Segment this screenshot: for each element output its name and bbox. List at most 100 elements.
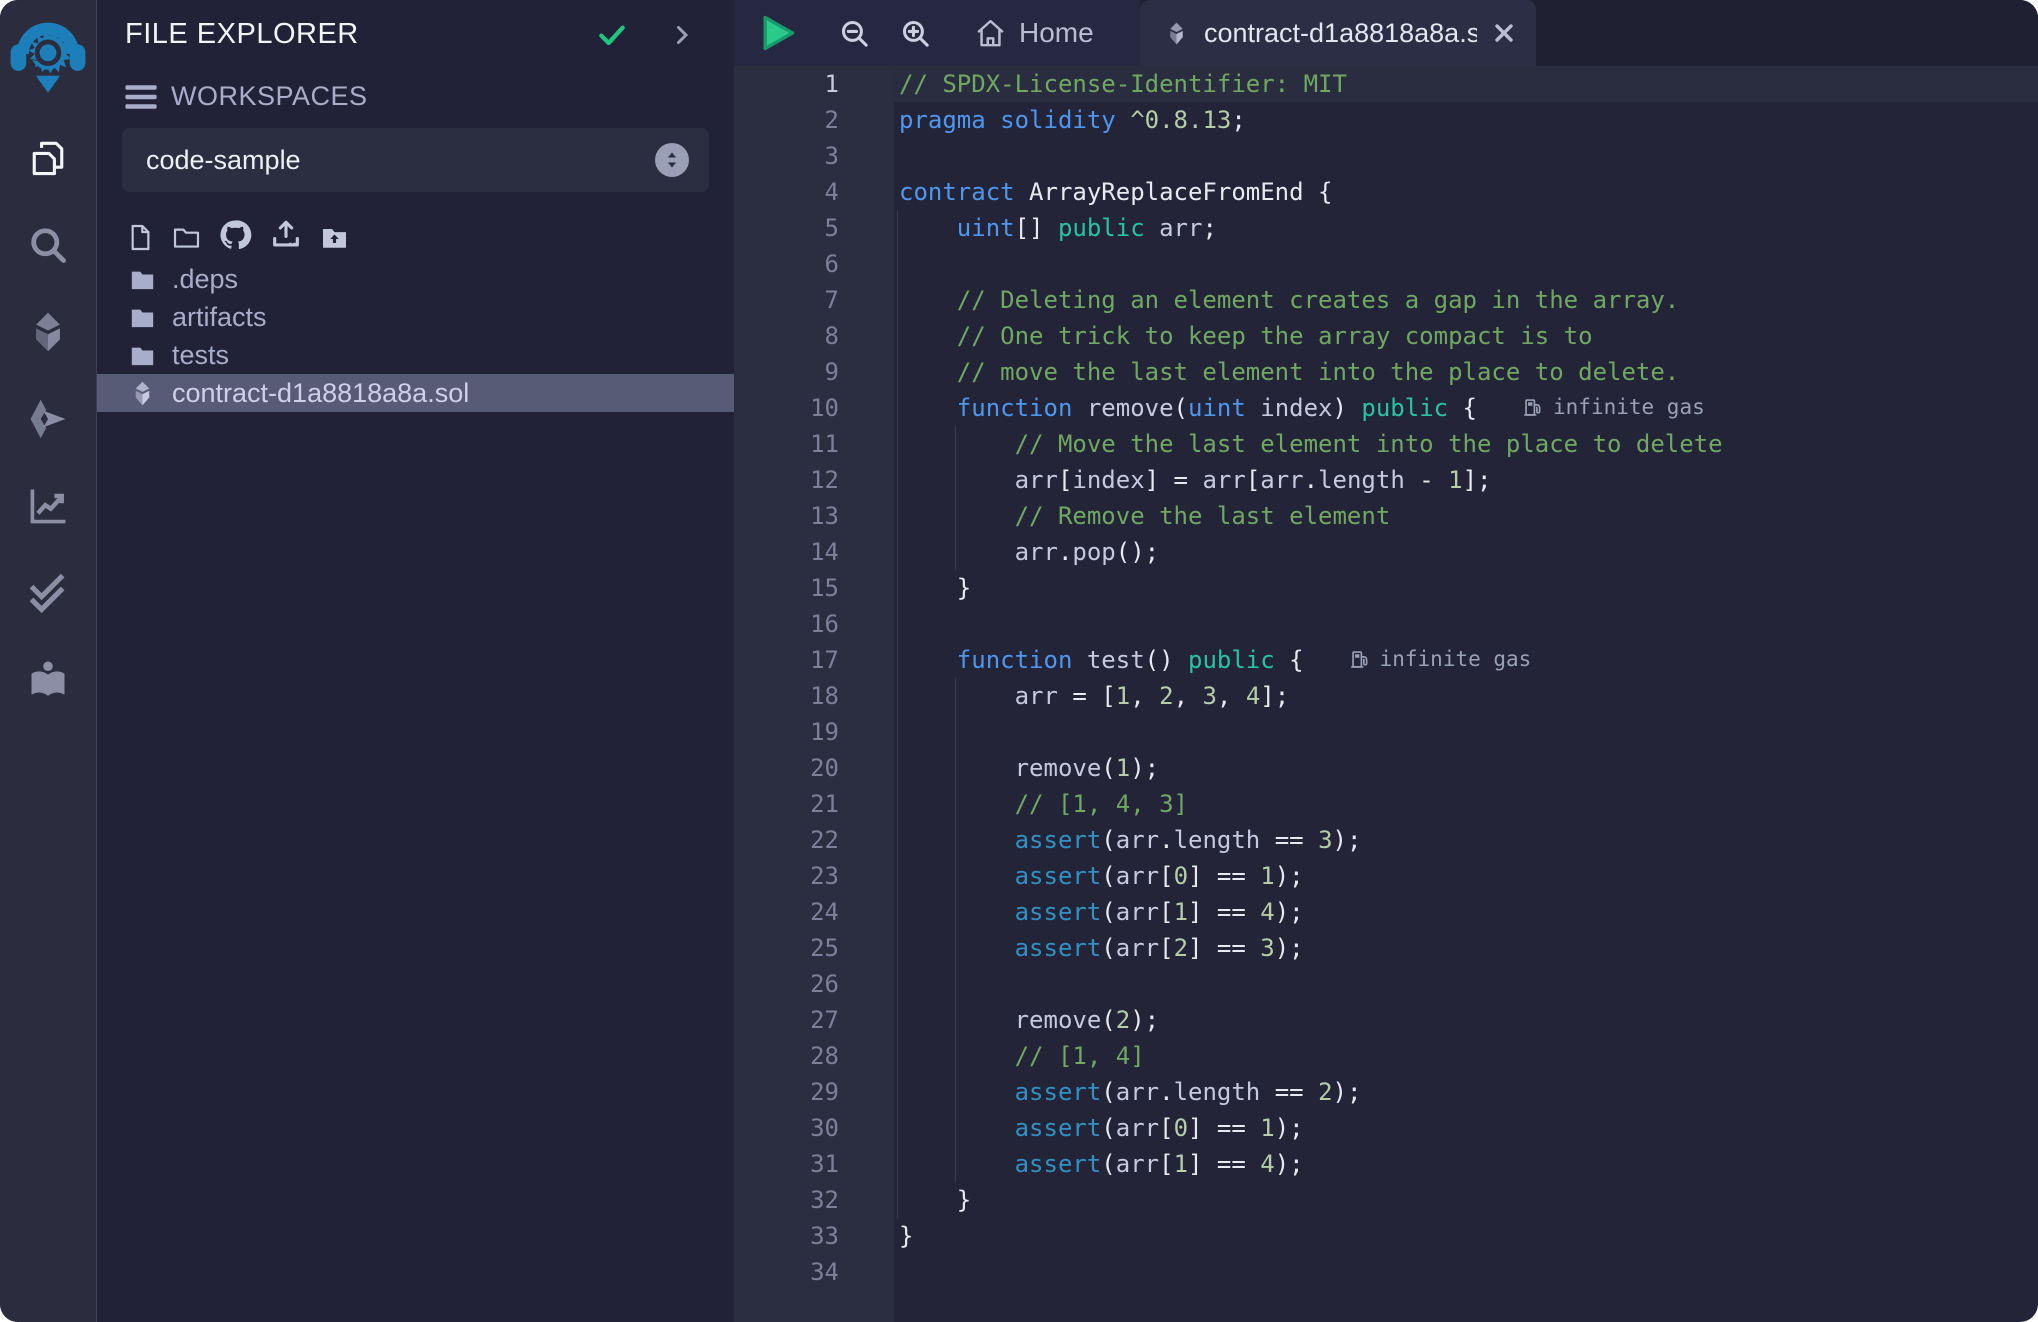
indent-guide xyxy=(897,858,898,894)
panel-header-actions xyxy=(596,19,694,51)
line-number: 22 xyxy=(734,822,894,858)
code-line[interactable]: 19 xyxy=(734,714,2038,750)
code-line[interactable]: 20 remove(1); xyxy=(734,750,2038,786)
code-line[interactable]: 15 } xyxy=(734,570,2038,606)
zoom-in-button[interactable] xyxy=(899,17,932,50)
line-content: assert(arr.length == 3); xyxy=(894,822,2038,858)
code-line[interactable]: 6 xyxy=(734,246,2038,282)
file-row[interactable]: .deps xyxy=(97,260,734,298)
line-number: 5 xyxy=(734,210,894,246)
code-line[interactable]: 3 xyxy=(734,138,2038,174)
new-file-button[interactable] xyxy=(126,223,155,252)
code-line[interactable]: 25 assert(arr[2] == 3); xyxy=(734,930,2038,966)
run-script-button[interactable] xyxy=(756,11,800,55)
hamburger-menu-icon[interactable] xyxy=(125,84,157,110)
code-line[interactable]: 1// SPDX-License-Identifier: MIT xyxy=(734,66,2038,102)
workspaces-row: WORKSPACES xyxy=(125,81,734,112)
close-icon[interactable] xyxy=(1492,21,1516,45)
file-row[interactable]: artifacts xyxy=(97,298,734,336)
sort-icon[interactable] xyxy=(655,143,689,177)
code-line[interactable]: 14 arr.pop(); xyxy=(734,534,2038,570)
chart-icon xyxy=(26,484,70,528)
sidebar-item-analytics[interactable] xyxy=(0,462,96,549)
code-line[interactable]: 21 // [1, 4, 3] xyxy=(734,786,2038,822)
tab-contract-file[interactable]: contract-d1a8818a8a.sol xyxy=(1140,0,1536,66)
code-line[interactable]: 4contract ArrayReplaceFromEnd { xyxy=(734,174,2038,210)
code-line[interactable]: 10 function remove(uint index) public {i… xyxy=(734,390,2038,426)
file-actions-toolbar xyxy=(126,218,734,252)
code-line[interactable]: 30 assert(arr[0] == 1); xyxy=(734,1110,2038,1146)
home-icon xyxy=(974,17,1007,50)
indent-guide xyxy=(897,318,898,354)
code-line[interactable]: 7 // Deleting an element creates a gap i… xyxy=(734,282,2038,318)
line-content: assert(arr[2] == 3); xyxy=(894,930,2038,966)
new-folder-button[interactable] xyxy=(172,223,201,252)
upload-file-button[interactable] xyxy=(269,218,303,252)
code-line[interactable]: 29 assert(arr.length == 2); xyxy=(734,1074,2038,1110)
gas-icon xyxy=(1523,397,1544,418)
indent-guide xyxy=(897,282,898,318)
sidebar-item-solidity-compiler[interactable] xyxy=(0,288,96,375)
code-line[interactable]: 23 assert(arr[0] == 1); xyxy=(734,858,2038,894)
sidebar-item-learneth[interactable] xyxy=(0,636,96,723)
indent-guide xyxy=(955,1110,956,1146)
line-content: assert(arr[0] == 1); xyxy=(894,858,2038,894)
line-number: 24 xyxy=(734,894,894,930)
code-line[interactable]: 24 assert(arr[1] == 4); xyxy=(734,894,2038,930)
line-number: 23 xyxy=(734,858,894,894)
code-line[interactable]: 2pragma solidity ^0.8.13; xyxy=(734,102,2038,138)
gas-estimate-label: infinite gas xyxy=(1380,641,1532,677)
sidebar-item-file-explorer[interactable] xyxy=(0,114,96,201)
code-line[interactable]: 11 // Move the last element into the pla… xyxy=(734,426,2038,462)
indent-guide xyxy=(897,678,898,714)
code-line[interactable]: 31 assert(arr[1] == 4); xyxy=(734,1146,2038,1182)
code-line[interactable]: 26 xyxy=(734,966,2038,1002)
file-label: contract-d1a8818a8a.sol xyxy=(172,378,469,409)
file-row[interactable]: contract-d1a8818a8a.sol xyxy=(97,374,734,412)
gas-estimate-label: infinite gas xyxy=(1553,389,1705,425)
workspace-select[interactable]: code-sample xyxy=(122,128,709,192)
code-line[interactable]: 17 function test() public {infinite gas xyxy=(734,642,2038,678)
file-row[interactable]: tests xyxy=(97,336,734,374)
code-line[interactable]: 22 assert(arr.length == 3); xyxy=(734,822,2038,858)
remix-logo xyxy=(9,13,87,95)
editor-tabbar: Home contract-d1a8818a8a.sol xyxy=(734,0,2038,66)
code-line[interactable]: 13 // Remove the last element xyxy=(734,498,2038,534)
file-explorer-header: FILE EXPLORER xyxy=(125,18,694,51)
indent-guide xyxy=(897,894,898,930)
book-icon xyxy=(26,658,70,702)
accept-button[interactable] xyxy=(596,19,628,51)
workspaces-label: WORKSPACES xyxy=(171,81,368,112)
expand-button[interactable] xyxy=(670,23,694,47)
clone-github-button[interactable] xyxy=(218,218,252,252)
sidebar-item-deploy-run[interactable] xyxy=(0,375,96,462)
tab-home[interactable]: Home xyxy=(974,17,1094,50)
tabbar-empty-space xyxy=(1536,0,2038,66)
zoom-out-button[interactable] xyxy=(838,17,871,50)
code-line[interactable]: 32 } xyxy=(734,1182,2038,1218)
code-line[interactable]: 12 arr[index] = arr[arr.length - 1]; xyxy=(734,462,2038,498)
indent-guide xyxy=(897,426,898,462)
sidebar-items xyxy=(0,100,96,723)
files-icon xyxy=(26,136,70,180)
indent-guide xyxy=(897,750,898,786)
code-editor[interactable]: 1// SPDX-License-Identifier: MIT2pragma … xyxy=(734,66,2038,1322)
indent-guide xyxy=(897,966,898,1002)
remix-ide-window: FILE EXPLORER WORKSPACES code-sample .de… xyxy=(0,0,2038,1322)
code-line[interactable]: 9 // move the last element into the plac… xyxy=(734,354,2038,390)
indent-guide xyxy=(897,498,898,534)
sidebar-item-unit-testing[interactable] xyxy=(0,549,96,636)
code-line[interactable]: 5 uint[] public arr; xyxy=(734,210,2038,246)
play-icon xyxy=(756,11,800,55)
code-line[interactable]: 34 xyxy=(734,1254,2038,1290)
remix-logo[interactable] xyxy=(8,8,88,100)
code-line[interactable]: 8 // One trick to keep the array compact… xyxy=(734,318,2038,354)
line-number: 18 xyxy=(734,678,894,714)
code-line[interactable]: 16 xyxy=(734,606,2038,642)
code-line[interactable]: 18 arr = [1, 2, 3, 4]; xyxy=(734,678,2038,714)
code-line[interactable]: 33} xyxy=(734,1218,2038,1254)
upload-folder-button[interactable] xyxy=(320,223,349,252)
code-line[interactable]: 27 remove(2); xyxy=(734,1002,2038,1038)
code-line[interactable]: 28 // [1, 4] xyxy=(734,1038,2038,1074)
sidebar-item-search[interactable] xyxy=(0,201,96,288)
